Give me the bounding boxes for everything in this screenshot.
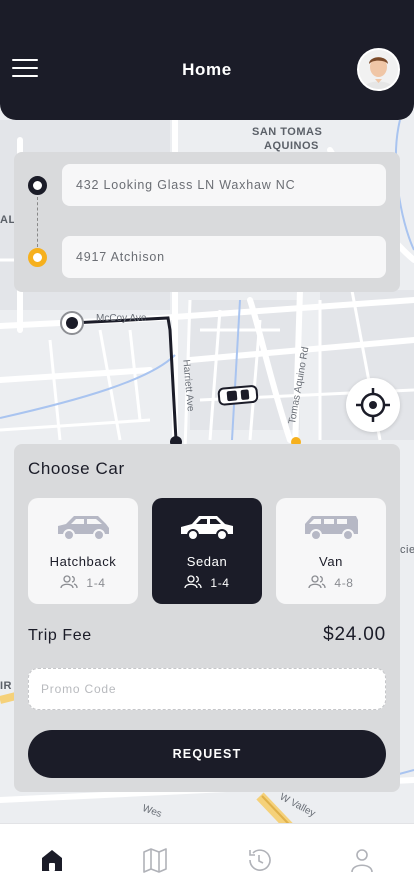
destination-input[interactable]: 4917 Atchison — [62, 236, 386, 278]
route-connector — [37, 197, 38, 247]
route-card: 432 Looking Glass LN Waxhaw NC 4917 Atch… — [14, 152, 400, 292]
history-icon[interactable] — [245, 846, 273, 874]
origin-input[interactable]: 432 Looking Glass LN Waxhaw NC — [62, 164, 386, 206]
origin-dot-icon — [28, 176, 47, 195]
sedan-icon — [181, 516, 233, 541]
car-name: Van — [319, 554, 343, 569]
trip-fee-label: Trip Fee — [28, 627, 92, 644]
car-option-van[interactable]: Van 4-8 — [276, 498, 386, 604]
trip-fee-value: $24.00 — [323, 624, 386, 645]
car-option-hatchback[interactable]: Hatchback 1-4 — [28, 498, 138, 604]
people-icon — [60, 575, 79, 589]
car-option-sedan[interactable]: Sedan 1-4 — [152, 498, 262, 604]
seat-range: 1-4 — [210, 576, 230, 590]
promo-code-input[interactable] — [28, 668, 386, 710]
car-seats: 1-4 — [152, 575, 262, 590]
van-icon — [305, 516, 358, 541]
crosshair-icon — [356, 388, 390, 422]
bottom-navigation — [0, 823, 414, 896]
choose-car-title: Choose Car — [28, 459, 125, 478]
street-label: McCoy Ave — [96, 313, 147, 324]
user-avatar[interactable] — [357, 48, 400, 91]
map-icon[interactable] — [141, 846, 169, 874]
map-area-label: cie — [400, 544, 414, 556]
map-area-label: IR — [0, 680, 12, 692]
car-name: Hatchback — [49, 554, 117, 569]
profile-icon[interactable] — [348, 846, 376, 874]
map-area-label: AQUINOS — [264, 140, 319, 152]
destination-dot-icon — [28, 248, 47, 267]
seat-range: 4-8 — [334, 576, 354, 590]
people-icon — [308, 575, 327, 589]
people-icon — [184, 575, 203, 589]
map-area-label: SAN TOMAS — [252, 126, 323, 138]
request-button[interactable]: REQUEST — [28, 730, 386, 778]
hatchback-icon — [58, 516, 109, 541]
car-seats: 1-4 — [28, 575, 138, 590]
app-header: Home — [0, 0, 414, 120]
page-title: Home — [182, 60, 232, 79]
car-seats: 4-8 — [276, 575, 386, 590]
car-name: Sedan — [186, 554, 228, 569]
seat-range: 1-4 — [86, 576, 106, 590]
choose-car-panel: Choose Car Hatchback 1-4 Sedan 1-4 Van 4… — [14, 444, 400, 792]
home-icon[interactable] — [38, 846, 66, 874]
my-location-button[interactable] — [346, 378, 400, 432]
